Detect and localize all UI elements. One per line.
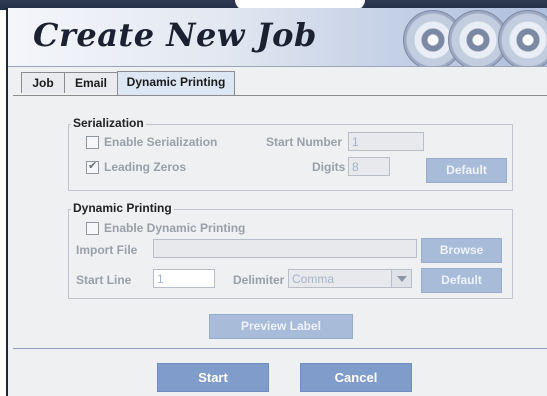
tab-email[interactable]: Email: [64, 72, 118, 93]
tab-job[interactable]: Job: [21, 72, 65, 93]
tab-dynamic-printing[interactable]: Dynamic Printing: [117, 71, 235, 95]
window-title: Create New Job: [33, 16, 317, 54]
import-file-label: Import File: [76, 243, 138, 257]
browse-button[interactable]: Browse: [421, 238, 502, 263]
delimiter-label: Delimiter: [233, 273, 285, 287]
start-button[interactable]: Start: [157, 363, 269, 392]
start-line-field[interactable]: 1: [153, 269, 215, 288]
preview-label-button[interactable]: Preview Label: [209, 314, 353, 339]
serialization-default-button[interactable]: Default: [426, 158, 507, 183]
dropdown-arrow-icon[interactable]: [391, 270, 411, 287]
enable-serialization-checkbox[interactable]: [86, 136, 99, 149]
delimiter-value: Comma: [292, 272, 335, 286]
enable-serialization-label: Enable Serialization: [104, 135, 218, 149]
import-file-field[interactable]: [153, 239, 417, 258]
serialization-title: Serialization: [71, 116, 146, 130]
start-number-label: Start Number: [266, 135, 343, 149]
leading-zeros-label: Leading Zeros: [104, 160, 187, 174]
dynamic-printing-title: Dynamic Printing: [71, 201, 174, 215]
tab-panel: Serialization Enable Serialization Start…: [13, 95, 547, 349]
serialization-group: Serialization Enable Serialization Start…: [68, 116, 513, 191]
dynamic-printing-group: Dynamic Printing Enable Dynamic Printing…: [68, 201, 513, 299]
start-line-label: Start Line: [76, 273, 132, 287]
digits-label: Digits: [312, 160, 346, 174]
banner: Create New Job: [8, 8, 547, 67]
cancel-button[interactable]: Cancel: [300, 363, 412, 392]
digits-field[interactable]: 8: [348, 157, 390, 176]
leading-zeros-checkbox[interactable]: [86, 159, 99, 174]
delimiter-select[interactable]: Comma: [288, 269, 412, 288]
dynamic-printing-default-button[interactable]: Default: [421, 268, 502, 293]
create-job-window: Create New Job Job Email Dynamic Printin…: [6, 8, 547, 396]
start-number-field[interactable]: 1: [348, 132, 424, 151]
enable-dynamic-printing-label: Enable Dynamic Printing: [104, 221, 246, 235]
enable-dynamic-printing-checkbox[interactable]: [86, 222, 99, 235]
disc-icon: [498, 10, 547, 66]
